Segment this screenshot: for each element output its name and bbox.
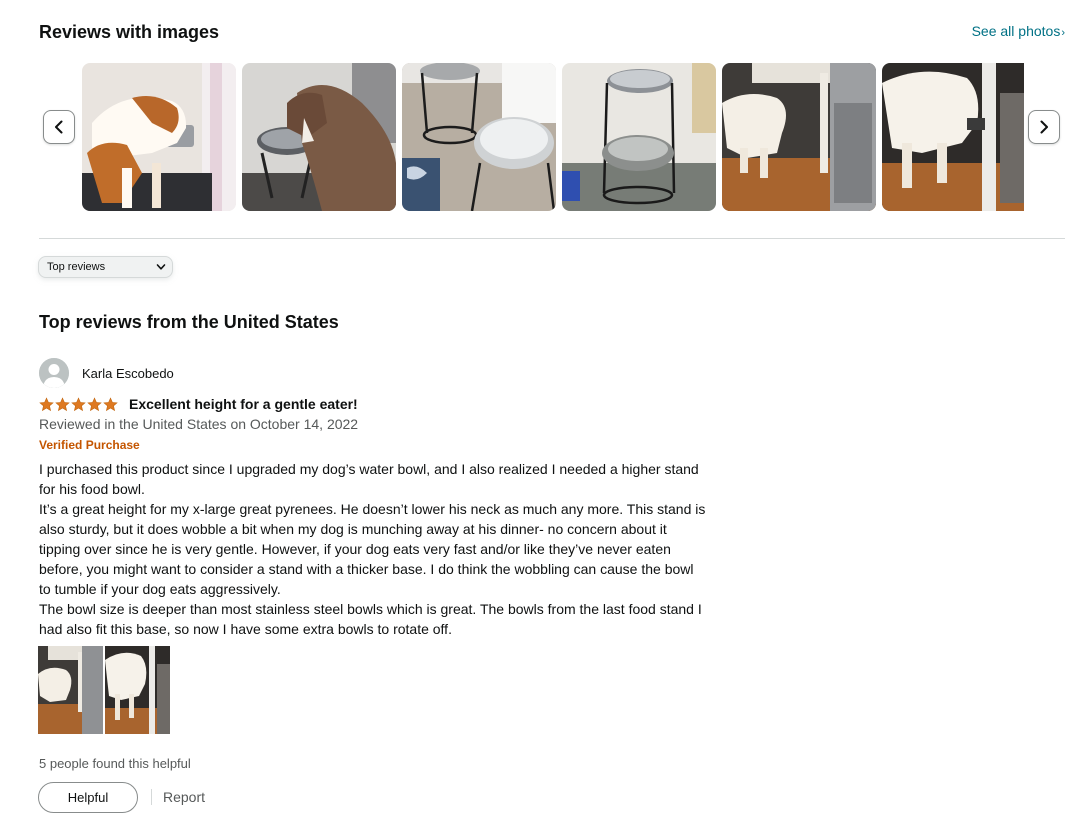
verified-purchase-badge[interactable]: Verified Purchase [39, 438, 140, 452]
review-body-line: to tumble if your dog eats aggressively. [39, 581, 281, 597]
review-body-line: before, you might want to consider a sta… [39, 561, 694, 577]
review-attached-images [38, 646, 170, 734]
see-all-photos-link[interactable]: See all photos› [972, 23, 1065, 39]
review-body-line: had also fit this base, so now I have so… [39, 621, 452, 637]
report-link[interactable]: Report [163, 789, 205, 805]
star-rating[interactable] [39, 396, 118, 412]
reviews-heading: Top reviews from the United States [39, 312, 339, 332]
star-icon [39, 396, 54, 411]
review-date: Reviewed in the United States on October… [39, 416, 359, 432]
star-icon [55, 396, 70, 411]
review-body-line: It’s a great height for my x-large great… [39, 501, 706, 517]
star-icon [103, 396, 118, 411]
review-body-line: tipping over since he is very gentle. Ho… [39, 541, 671, 557]
action-separator [151, 789, 152, 805]
gallery-thumbnail-5[interactable] [722, 63, 876, 211]
avatar [39, 358, 69, 388]
sort-selected-label: Top reviews [47, 261, 106, 273]
review-body-line: also sturdy, but it does wobble a bit wh… [39, 521, 667, 537]
helpful-button[interactable]: Helpful [38, 782, 138, 813]
review-title-row: Excellent height for a gentle eater! [39, 395, 358, 413]
sort-reviews-dropdown[interactable]: Top reviews [38, 256, 173, 278]
chevron-down-icon [156, 264, 166, 270]
gallery-thumbnail-2[interactable] [242, 63, 396, 211]
reviewer-profile[interactable]: Karla Escobedo [39, 358, 174, 388]
gallery-header: Reviews with images See all photos› [39, 20, 1065, 44]
star-icon [71, 396, 86, 411]
user-avatar-icon [39, 358, 69, 388]
review-title[interactable]: Excellent height for a gentle eater! [129, 396, 358, 412]
review-image-1[interactable] [38, 646, 103, 734]
gallery-thumbnail-4[interactable] [562, 63, 716, 211]
gallery-thumbnail-3[interactable] [402, 63, 556, 211]
carousel-next-button[interactable] [1028, 110, 1060, 144]
review-body-line: I purchased this product since I upgrade… [39, 461, 699, 477]
chevron-right-icon [1040, 120, 1048, 134]
review-image-2[interactable] [105, 646, 170, 734]
section-divider [39, 238, 1065, 239]
review-body-line: The bowl size is deeper than most stainl… [39, 601, 702, 617]
star-icon [87, 396, 102, 411]
gallery-title: Reviews with images [39, 22, 220, 42]
review-body: I purchased this product since I upgrade… [39, 459, 729, 639]
see-all-photos-label: See all photos [971, 23, 1061, 39]
reviewer-name: Karla Escobedo [82, 365, 174, 381]
chevron-right-small-icon: › [1061, 27, 1065, 39]
helpful-count: 5 people found this helpful [39, 756, 191, 771]
review-body-line: for his food bowl. [39, 481, 145, 497]
chevron-left-icon [55, 120, 63, 134]
gallery-thumbnail-1[interactable] [82, 63, 236, 211]
carousel-prev-button[interactable] [43, 110, 75, 144]
gallery-thumbnail-6[interactable] [882, 63, 1024, 211]
review-image-carousel [82, 63, 1024, 211]
